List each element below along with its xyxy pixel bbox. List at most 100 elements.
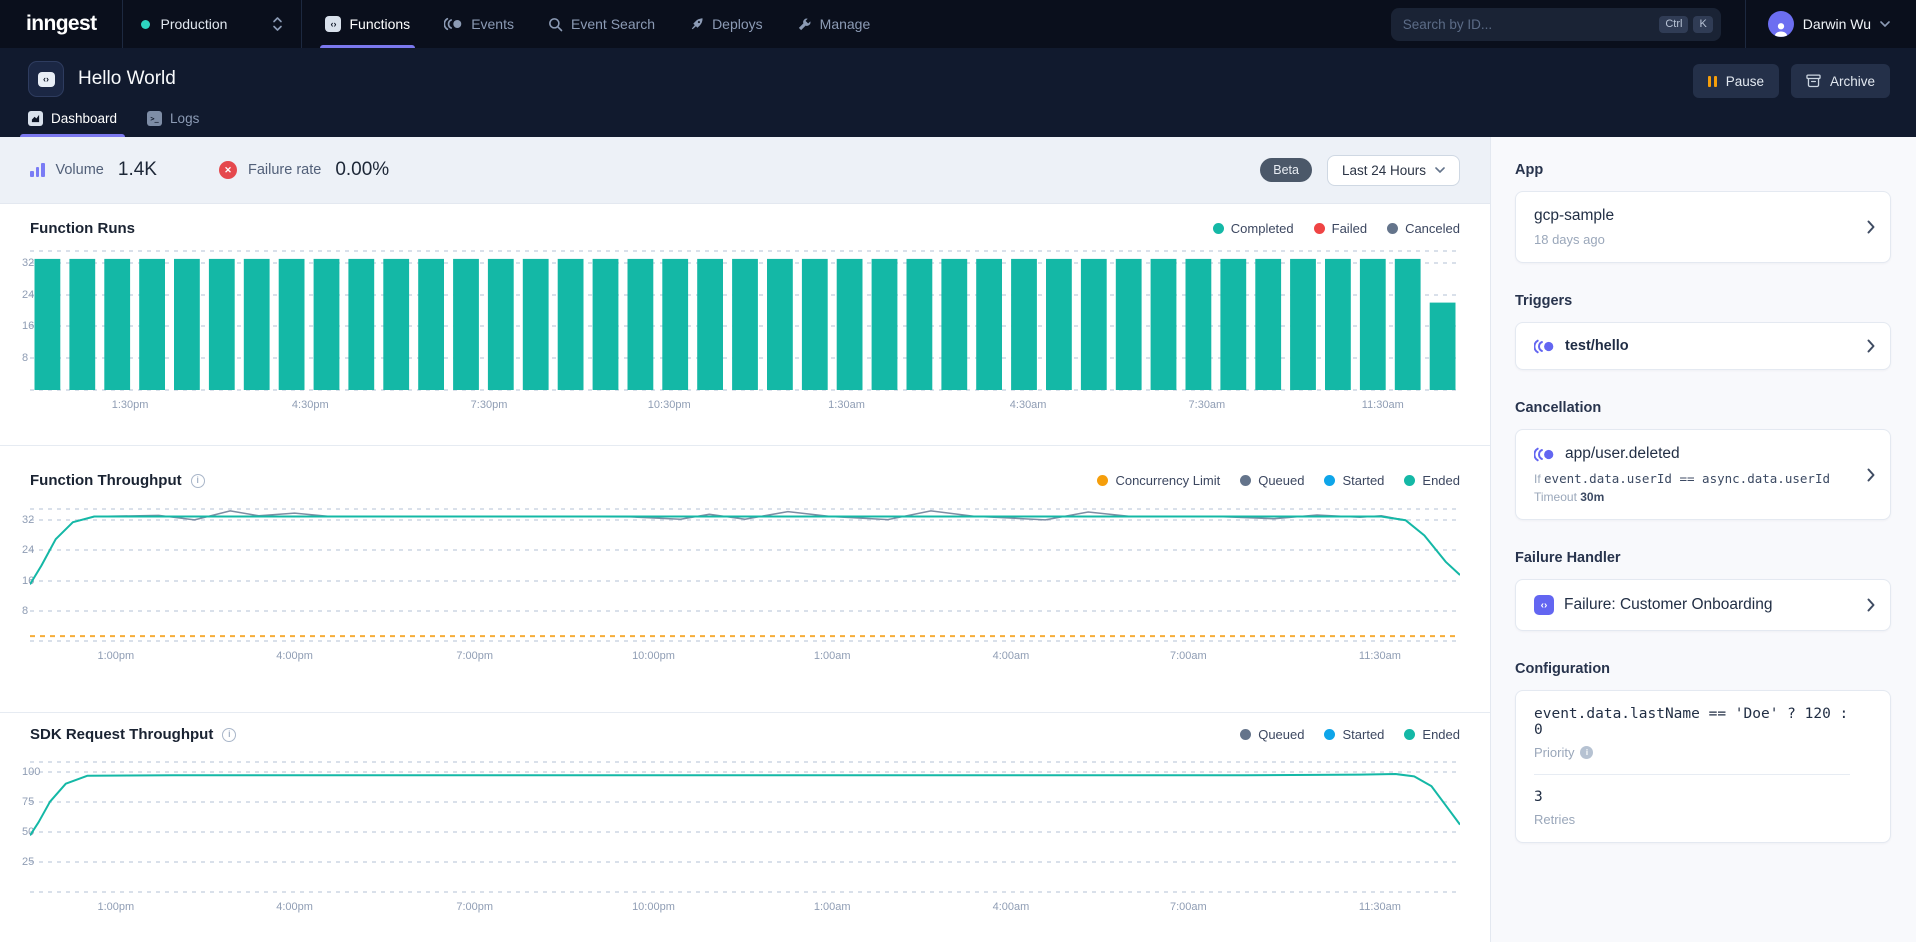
nav-item-manage[interactable]: Manage (780, 0, 888, 48)
bar (174, 259, 200, 390)
section-heading: Configuration (1515, 661, 1891, 677)
trigger-card[interactable]: test/hello (1515, 322, 1891, 370)
time-range-label: Last 24 Hours (1342, 163, 1426, 178)
cancellation-condition: event.data.userId == async.data.userId (1544, 471, 1830, 486)
bar (69, 259, 95, 390)
legend-item: Completed (1213, 221, 1294, 236)
top-nav: inngest Production ‹› Functions Events E… (0, 0, 1916, 48)
legend-label: Canceled (1405, 221, 1460, 236)
cancellation-card[interactable]: app/user.deleted If event.data.userId ==… (1515, 429, 1891, 520)
x-axis-tick: 7:00am (1170, 650, 1207, 662)
chevron-down-icon (1435, 167, 1445, 173)
bar (488, 259, 514, 390)
page: inngest Production ‹› Functions Events E… (0, 0, 1916, 942)
series-line-ended (30, 774, 1460, 835)
timeout-value: 30m (1580, 490, 1604, 504)
chart-title: Function Runs (30, 220, 135, 237)
bar (697, 259, 723, 390)
environment-switcher[interactable]: Production (123, 15, 301, 33)
sdk-request-throughput-chart: 255075100 1:00pm4:00pm7:00pm10:00pm1:00a… (30, 762, 1460, 916)
if-label: If (1534, 472, 1541, 486)
legend-item: Concurrency Limit (1097, 473, 1220, 488)
bar (35, 259, 61, 390)
y-axis-tick: 8 (22, 352, 28, 364)
avatar (1768, 11, 1794, 37)
user-menu[interactable]: Darwin Wu (1746, 11, 1916, 37)
info-icon[interactable]: i (1580, 746, 1593, 759)
legend-label: Failed (1332, 221, 1367, 236)
chevron-right-icon (1867, 220, 1875, 234)
chart-canvas (30, 251, 1460, 390)
env-label: Production (160, 16, 227, 32)
bar (244, 259, 270, 390)
chevron-right-icon (1867, 598, 1875, 612)
bar (453, 259, 479, 390)
bar (279, 259, 305, 390)
cancellation-section: Cancellation app/user.deleted If event.d… (1515, 400, 1891, 520)
legend-dot (1404, 729, 1415, 740)
legend-dot (1387, 223, 1398, 234)
chart-title: Function Throughput (30, 472, 182, 489)
legend-dot (1404, 475, 1415, 486)
search-box[interactable]: Ctrl K (1391, 8, 1721, 41)
logs-icon: >_ (147, 111, 162, 126)
dashboard-icon (28, 111, 43, 126)
bar (104, 259, 130, 390)
nav-item-functions[interactable]: ‹› Functions (308, 0, 427, 48)
page-title: Hello World (78, 68, 176, 90)
legend-item: Failed (1314, 221, 1367, 236)
configuration-section: Configuration event.data.lastName == 'Do… (1515, 661, 1891, 843)
key-ctrl: Ctrl (1659, 16, 1688, 33)
x-axis-tick: 10:00pm (632, 650, 675, 662)
timeout-label: Timeout (1534, 490, 1577, 504)
archive-button[interactable]: Archive (1791, 64, 1890, 98)
failure-handler-section: Failure Handler ‹› Failure: Customer Onb… (1515, 550, 1891, 631)
sdk-request-throughput-section: SDK Request Throughput i QueuedStartedEn… (0, 712, 1490, 916)
bar (907, 259, 933, 390)
legend-label: Ended (1422, 727, 1460, 742)
x-axis-tick: 4:00am (993, 650, 1030, 662)
function-runs-chart: 8162432 1:30pm4:30pm7:30pm10:30pm1:30am4… (30, 251, 1460, 414)
bar (209, 259, 235, 390)
app-card[interactable]: gcp-sample 18 days ago (1515, 191, 1891, 263)
x-axis-tick: 4:30am (1010, 399, 1047, 411)
tab-logs[interactable]: >_ Logs (147, 111, 199, 137)
failure-handler-card[interactable]: ‹› Failure: Customer Onboarding (1515, 579, 1891, 631)
chart-legend: Concurrency LimitQueuedStartedEnded (1097, 473, 1460, 488)
details-sidebar: App gcp-sample 18 days ago Triggers test… (1490, 137, 1916, 942)
archive-label: Archive (1830, 74, 1875, 89)
chevron-right-icon (1867, 468, 1875, 482)
tab-dashboard[interactable]: Dashboard (28, 111, 117, 137)
bar (1220, 259, 1246, 390)
bar (767, 259, 793, 390)
bar (383, 259, 409, 390)
nav-right: Ctrl K Darwin Wu (1391, 0, 1916, 48)
section-heading: Cancellation (1515, 400, 1891, 416)
stat-value: 1.4K (118, 159, 157, 181)
nav-item-deploys[interactable]: Deploys (672, 0, 780, 48)
legend-dot (1097, 475, 1108, 486)
search-input[interactable] (1403, 17, 1655, 32)
bar (1325, 259, 1351, 390)
bar (1430, 303, 1456, 390)
info-icon[interactable]: i (222, 728, 236, 742)
charts-panel: Function Runs CompletedFailedCanceled 81… (0, 204, 1490, 942)
bar (802, 259, 828, 390)
function-icon: ‹› (1534, 595, 1554, 615)
bar (1081, 259, 1107, 390)
info-icon[interactable]: i (191, 474, 205, 488)
x-axis-tick: 1:30am (828, 399, 865, 411)
chevron-down-icon (1880, 21, 1890, 27)
priority-expression: event.data.lastName == 'Doe' ? 120 : 0 (1534, 706, 1850, 738)
nav-items: ‹› Functions Events Event Search Deploys… (308, 0, 887, 48)
divider (1534, 774, 1850, 775)
nav-item-event-search[interactable]: Event Search (531, 0, 672, 48)
x-axis-tick: 1:00am (814, 650, 851, 662)
section-heading: Triggers (1515, 293, 1891, 309)
pause-button[interactable]: Pause (1693, 64, 1779, 98)
x-axis-tick: 7:00pm (456, 901, 493, 913)
function-throughput-section: Function Throughput i Concurrency LimitQ… (0, 445, 1490, 712)
x-axis-tick: 4:30pm (292, 399, 329, 411)
time-range-dropdown[interactable]: Last 24 Hours (1327, 155, 1460, 186)
nav-item-events[interactable]: Events (427, 0, 531, 48)
